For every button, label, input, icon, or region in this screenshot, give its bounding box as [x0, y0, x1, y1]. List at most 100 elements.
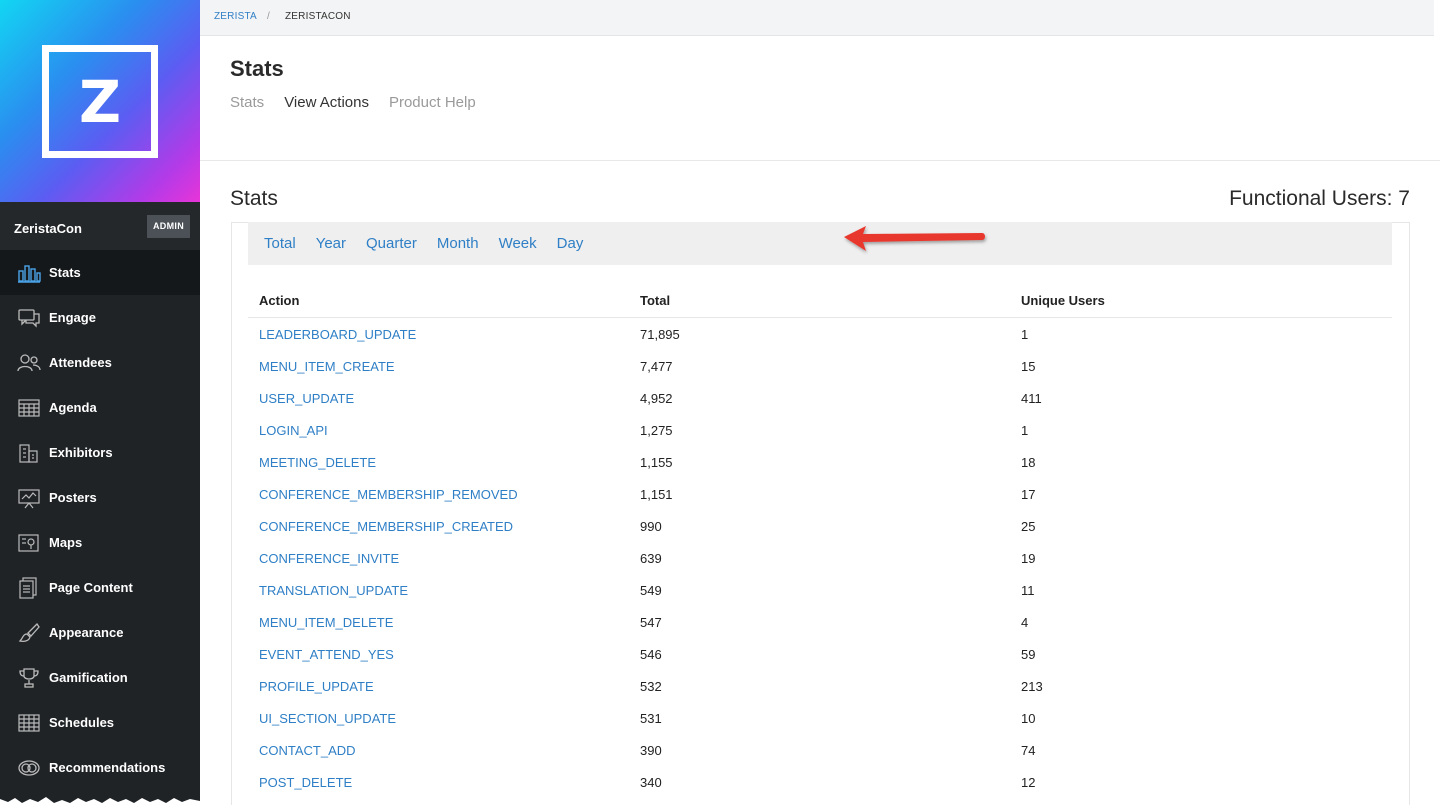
admin-badge: ADMIN — [147, 215, 190, 238]
total-count: 1,275 — [640, 423, 673, 438]
total-count: 547 — [640, 615, 662, 630]
map-icon — [17, 532, 41, 554]
sidebar-item-exhibitors[interactable]: Exhibitors — [0, 430, 200, 475]
action-link[interactable]: TRANSLATION_UPDATE — [259, 583, 408, 598]
page-title: Stats — [230, 56, 284, 81]
total-count: 546 — [640, 647, 662, 662]
unique-users-count: 4 — [1021, 615, 1029, 630]
table-row: POST_DELETE 340 12 — [248, 766, 1392, 798]
sidebar-nav: Stats Engage Attendees Agenda Exhibitors… — [0, 250, 200, 790]
sidebar-item-agenda[interactable]: Agenda — [0, 385, 200, 430]
header-divider — [200, 160, 1440, 161]
unique-users-count: 59 — [1021, 647, 1036, 662]
action-link[interactable]: PROFILE_UPDATE — [259, 679, 374, 694]
stats-table: Action Total Unique Users LEADERBOARD_UP… — [248, 284, 1392, 798]
total-count: 639 — [640, 551, 662, 566]
action-link[interactable]: POST_DELETE — [259, 775, 352, 790]
table-row: PROFILE_UPDATE 532 213 — [248, 670, 1392, 702]
table-row: CONTACT_ADD 390 74 — [248, 734, 1392, 766]
table-row: MENU_ITEM_CREATE 7,477 15 — [248, 350, 1392, 382]
action-link[interactable]: CONFERENCE_MEMBERSHIP_CREATED — [259, 519, 513, 534]
total-count: 1,151 — [640, 487, 673, 502]
table-row: EVENT_ATTEND_YES 546 59 — [248, 638, 1392, 670]
sidebar: Z ZeristaCon ADMIN Stats Engage Attendee… — [0, 0, 200, 805]
table-grid-icon — [17, 712, 41, 734]
table-row: MENU_ITEM_DELETE 547 4 — [248, 606, 1392, 638]
sidebar-item-stats[interactable]: Stats — [0, 250, 200, 295]
period-filter-bar: Total Year Quarter Month Week Day — [248, 222, 1392, 265]
table-row: LOGIN_API 1,275 1 — [248, 414, 1392, 446]
unique-users-count: 15 — [1021, 359, 1036, 374]
filter-quarter[interactable]: Quarter — [366, 235, 417, 252]
column-header-total: Total — [640, 293, 671, 308]
filter-total[interactable]: Total — [264, 235, 296, 252]
sidebar-item-label: Agenda — [49, 400, 97, 415]
action-link[interactable]: MEETING_DELETE — [259, 455, 376, 470]
table-body: LEADERBOARD_UPDATE 71,895 1 MENU_ITEM_CREAT… — [248, 318, 1392, 798]
total-count: 990 — [640, 519, 662, 534]
unique-users-count: 11 — [1021, 583, 1035, 598]
action-link[interactable]: CONFERENCE_MEMBERSHIP_REMOVED — [259, 487, 518, 502]
unique-users-count: 1 — [1021, 423, 1029, 438]
bar-chart-icon — [17, 262, 41, 284]
sidebar-item-engage[interactable]: Engage — [0, 295, 200, 340]
sidebar-item-label: Recommendations — [49, 760, 166, 775]
tab-product-help[interactable]: Product Help — [389, 94, 476, 111]
sidebar-item-attendees[interactable]: Attendees — [0, 340, 200, 385]
filter-week[interactable]: Week — [499, 235, 537, 252]
table-row: LEADERBOARD_UPDATE 71,895 1 — [248, 318, 1392, 350]
action-link[interactable]: EVENT_ATTEND_YES — [259, 647, 394, 662]
paintbrush-icon — [17, 622, 41, 644]
table-row: UI_SECTION_UPDATE 531 10 — [248, 702, 1392, 734]
column-header-unique-users: Unique Users — [1021, 293, 1105, 308]
recommend-icon — [17, 757, 41, 779]
filter-month[interactable]: Month — [437, 235, 479, 252]
table-header: Action Total Unique Users — [248, 284, 1392, 318]
brand-logo[interactable]: Z — [42, 45, 158, 158]
action-link[interactable]: USER_UPDATE — [259, 391, 354, 406]
action-link[interactable]: LEADERBOARD_UPDATE — [259, 327, 416, 342]
tab-view-actions[interactable]: View Actions — [284, 94, 369, 111]
unique-users-count: 18 — [1021, 455, 1036, 470]
breadcrumb-current: ZERISTACON — [285, 11, 351, 22]
trophy-icon — [17, 667, 41, 689]
sidebar-item-page-content[interactable]: Page Content — [0, 565, 200, 610]
sidebar-item-label: Gamification — [49, 670, 128, 685]
presentation-icon — [17, 487, 41, 509]
breadcrumb-root-link[interactable]: ZERISTA — [214, 11, 257, 22]
breadcrumb-separator: / — [267, 11, 270, 22]
tab-stats[interactable]: Stats — [230, 94, 264, 111]
filter-day[interactable]: Day — [557, 235, 584, 252]
logo-letter: Z — [78, 68, 122, 136]
sidebar-item-schedules[interactable]: Schedules — [0, 700, 200, 745]
table-row: CONFERENCE_MEMBERSHIP_REMOVED 1,151 17 — [248, 478, 1392, 510]
action-link[interactable]: UI_SECTION_UPDATE — [259, 711, 396, 726]
total-count: 71,895 — [640, 327, 680, 342]
action-link[interactable]: CONTACT_ADD — [259, 743, 356, 758]
sidebar-item-label: Schedules — [49, 715, 115, 730]
unique-users-count: 25 — [1021, 519, 1036, 534]
sidebar-item-label: Exhibitors — [49, 445, 113, 460]
unique-users-count: 1 — [1021, 327, 1029, 342]
total-count: 7,477 — [640, 359, 673, 374]
sidebar-item-recommendations[interactable]: Recommendations — [0, 745, 200, 790]
chat-icon — [17, 307, 41, 329]
calendar-grid-icon — [17, 397, 41, 419]
table-row: CONFERENCE_MEMBERSHIP_CREATED 990 25 — [248, 510, 1392, 542]
action-link[interactable]: MENU_ITEM_DELETE — [259, 615, 393, 630]
filter-year[interactable]: Year — [316, 235, 346, 252]
page-subnav: Stats View Actions Product Help — [230, 94, 476, 111]
sidebar-item-label: Maps — [49, 535, 83, 550]
unique-users-count: 411 — [1021, 391, 1042, 406]
total-count: 390 — [640, 743, 662, 758]
sidebar-item-label: Appearance — [49, 625, 124, 640]
action-link[interactable]: MENU_ITEM_CREATE — [259, 359, 395, 374]
sidebar-item-maps[interactable]: Maps — [0, 520, 200, 565]
sidebar-item-gamification[interactable]: Gamification — [0, 655, 200, 700]
functional-users-count: Functional Users: 7 — [1229, 187, 1410, 210]
action-link[interactable]: LOGIN_API — [259, 423, 328, 438]
sidebar-item-appearance[interactable]: Appearance — [0, 610, 200, 655]
sidebar-item-posters[interactable]: Posters — [0, 475, 200, 520]
unique-users-count: 74 — [1021, 743, 1036, 758]
action-link[interactable]: CONFERENCE_INVITE — [259, 551, 399, 566]
